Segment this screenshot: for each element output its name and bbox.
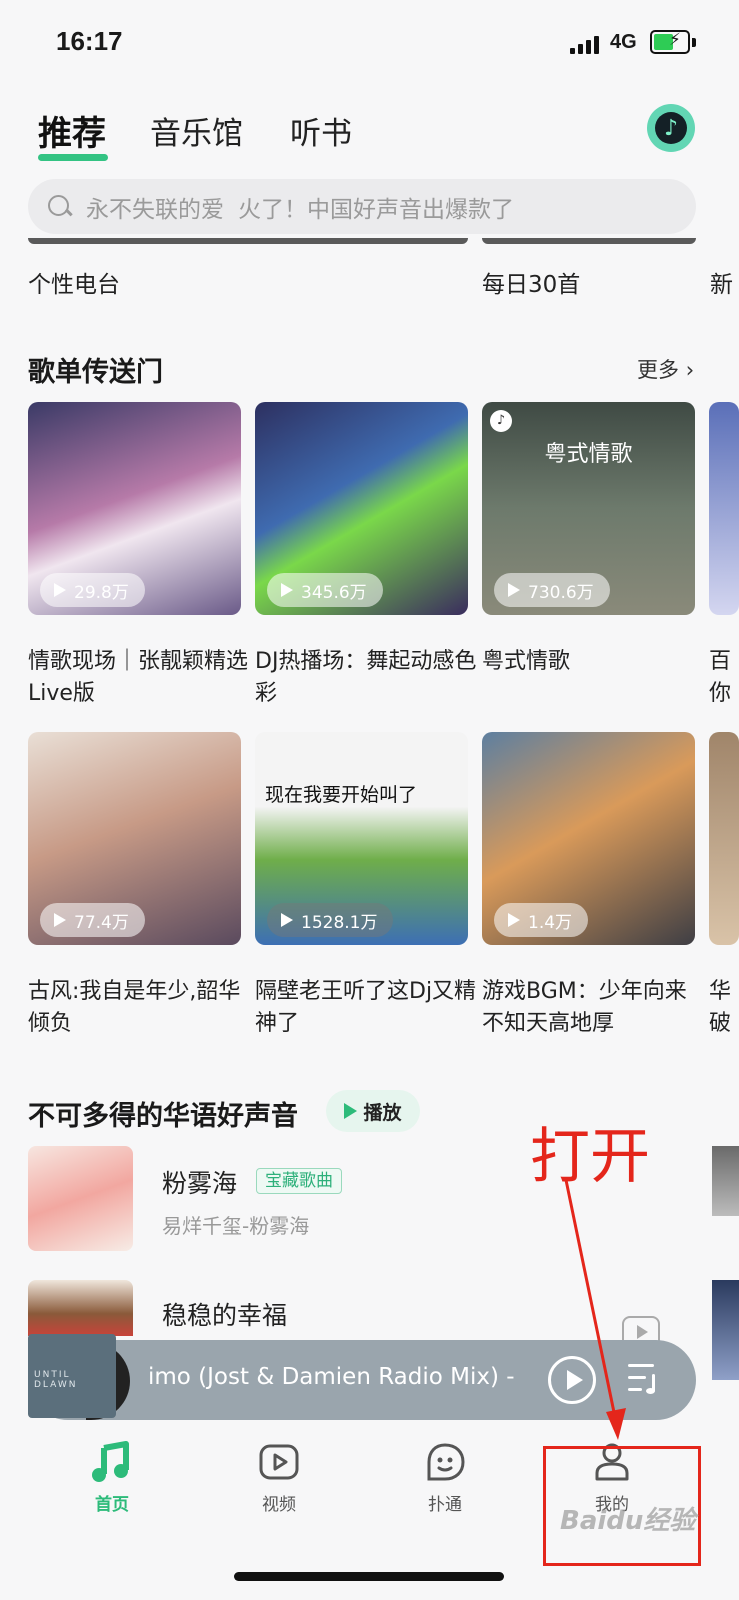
annotation-arrow (564, 1179, 626, 1440)
watermark: Baidu经验 (560, 1506, 696, 1536)
